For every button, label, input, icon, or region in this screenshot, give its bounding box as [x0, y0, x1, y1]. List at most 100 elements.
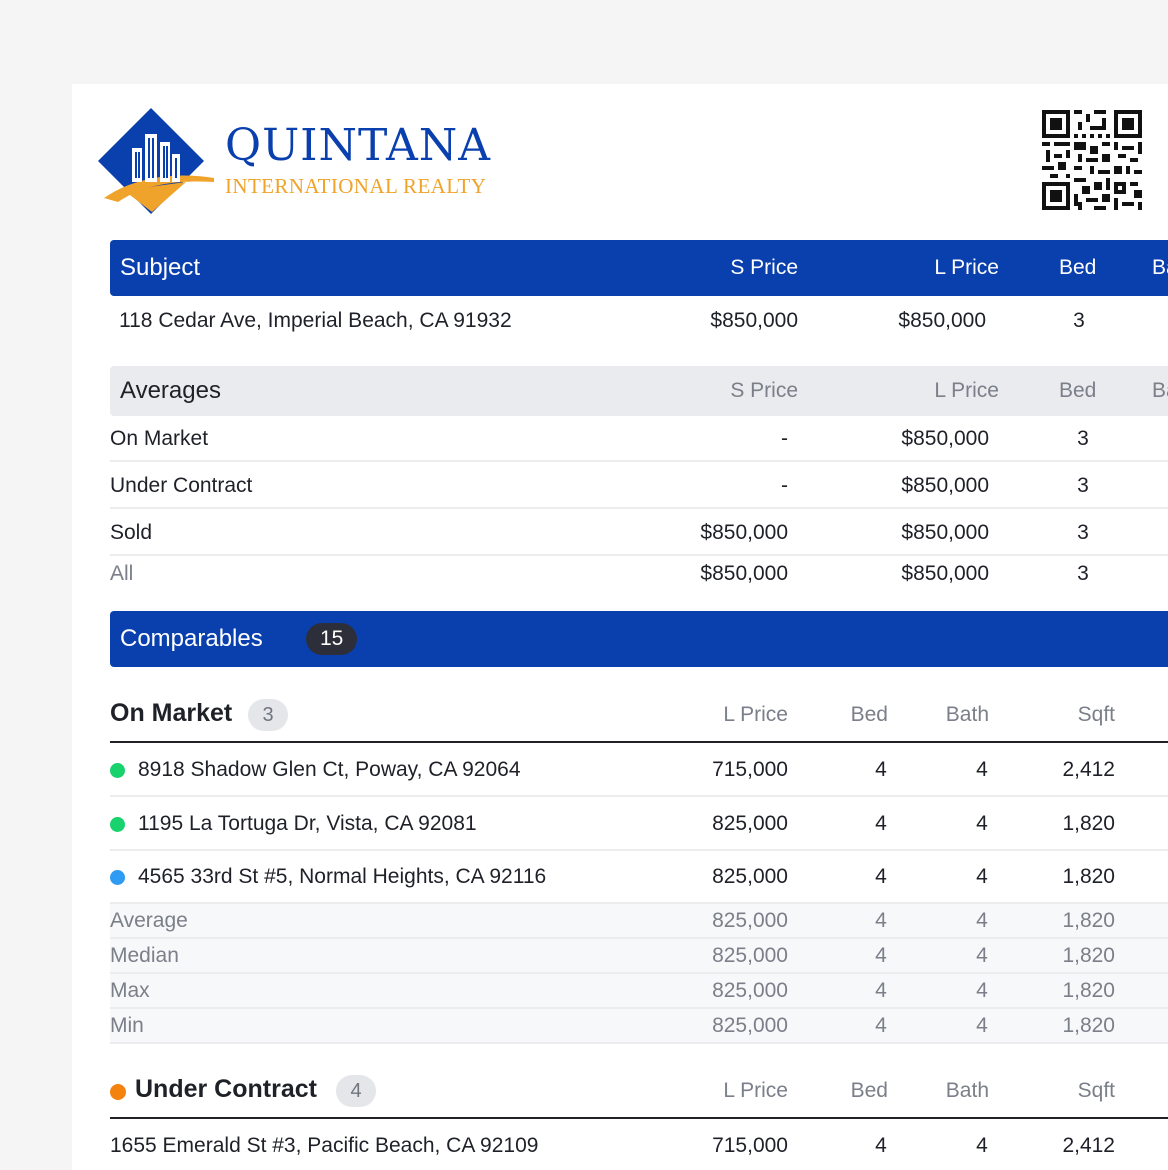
listing-bath: 4: [976, 865, 988, 888]
on-market-col-l-price[interactable]: L Price: [672, 701, 788, 729]
avg-row-label: Sold: [110, 521, 153, 544]
divider: [110, 1117, 1168, 1119]
avg-col-bath: Ba: [1152, 379, 1168, 402]
listing-sqft: 1,820: [1062, 812, 1115, 835]
under-contract-col-l-price[interactable]: L Price: [672, 1077, 788, 1105]
listing-bed: 4: [875, 1134, 887, 1157]
avg-row-s-price: $850,000: [700, 562, 788, 585]
avg-row-bed: 3: [1077, 427, 1089, 450]
stat-bath: 4: [976, 1014, 988, 1037]
avg-row-bed: 3: [1077, 474, 1089, 497]
stats-row-average: Average 825,000 4 4 1,820: [110, 904, 1168, 938]
averages-header-bar: Averages S Price L Price Bed Ba: [110, 366, 1168, 416]
listing-address: 4565 33rd St #5, Normal Heights, CA 9211…: [138, 865, 547, 888]
comparables-count-badge: 15: [306, 623, 358, 655]
under-contract-col-sqft[interactable]: Sqft: [1022, 1077, 1115, 1105]
stat-sqft: 1,820: [1062, 979, 1115, 1002]
listing-sqft: 1,820: [1062, 865, 1115, 888]
on-market-count-badge: 3: [248, 699, 288, 731]
on-market-col-bed[interactable]: Bed: [808, 701, 888, 729]
listing-bed: 4: [875, 812, 887, 835]
listing-bath: 4: [976, 1134, 988, 1157]
brand-name: QUINTANA: [225, 120, 492, 171]
avg-row-label: All: [110, 562, 134, 585]
avg-row-bed: 3: [1077, 521, 1089, 544]
listing-sqft: 2,412: [1062, 758, 1115, 781]
stat-l-price: 825,000: [712, 944, 788, 967]
under-contract-title: Under Contract: [135, 1075, 317, 1103]
avg-row-label: On Market: [110, 427, 209, 450]
avg-row-bed: 3: [1077, 562, 1089, 585]
status-dot-active: [110, 763, 125, 778]
stat-label: Max: [110, 979, 150, 1002]
under-contract-col-bath[interactable]: Bath: [908, 1077, 989, 1105]
stat-label: Min: [110, 1014, 144, 1037]
stat-bed: 4: [875, 909, 887, 932]
divider: [110, 1042, 1168, 1044]
listing-l-price: 825,000: [712, 812, 788, 835]
avg-row-l-price: $850,000: [901, 562, 989, 585]
stats-row-median: Median 825,000 4 4 1,820: [110, 939, 1168, 973]
listing-address: 1655 Emerald St #3, Pacific Beach, CA 92…: [110, 1134, 539, 1157]
report-sheet: QUINTANA INTERNATIONAL REALTY Subject S …: [72, 84, 1168, 1170]
stat-bed: 4: [875, 979, 887, 1002]
stat-bed: 4: [875, 1014, 887, 1037]
listing-l-price: 715,000: [712, 758, 788, 781]
stat-bath: 4: [976, 944, 988, 967]
subject-s-price: $850,000: [710, 309, 798, 332]
subject-address: 118 Cedar Ave, Imperial Beach, CA 91932: [119, 309, 512, 332]
stat-l-price: 825,000: [712, 909, 788, 932]
avg-row-l-price: $850,000: [901, 474, 989, 497]
avg-row-s-price: -: [781, 427, 788, 450]
listing-bed: 4: [875, 758, 887, 781]
stat-label: Median: [110, 944, 179, 967]
divider: [110, 507, 1168, 509]
divider: [110, 741, 1168, 743]
on-market-col-sqft[interactable]: Sqft: [1022, 701, 1115, 729]
listing-bed: 4: [875, 865, 887, 888]
stat-label: Average: [110, 909, 188, 932]
under-contract-col-bed[interactable]: Bed: [808, 1077, 888, 1105]
subject-header-bar: Subject S Price L Price Bed Ba: [110, 240, 1168, 296]
avg-row-l-price: $850,000: [901, 427, 989, 450]
status-dot-coming-soon: [110, 870, 125, 885]
avg-row-label: Under Contract: [110, 474, 253, 497]
divider: [110, 795, 1168, 797]
stat-bed: 4: [875, 944, 887, 967]
comparables-title: Comparables: [120, 625, 263, 652]
stat-sqft: 1,820: [1062, 944, 1115, 967]
avg-row-s-price: $850,000: [700, 521, 788, 544]
stat-l-price: 825,000: [712, 979, 788, 1002]
status-dot-active: [110, 817, 125, 832]
qr-code-icon[interactable]: [1042, 110, 1142, 210]
col-header-bath[interactable]: Ba: [1152, 240, 1168, 296]
company-logo-icon: [98, 108, 214, 214]
divider: [110, 554, 1168, 556]
avg-row-l-price: $850,000: [901, 521, 989, 544]
subject-bed: 3: [1073, 309, 1085, 332]
divider: [110, 849, 1168, 851]
avg-col-bed: Bed: [1059, 379, 1097, 402]
status-dot-under-contract: [110, 1084, 126, 1100]
averages-title: Averages: [120, 377, 221, 404]
divider: [110, 460, 1168, 462]
col-header-l-price[interactable]: L Price: [870, 240, 999, 296]
stat-bath: 4: [976, 909, 988, 932]
col-header-bed[interactable]: Bed: [1059, 240, 1096, 296]
col-header-s-price[interactable]: S Price: [670, 240, 798, 296]
stat-sqft: 1,820: [1062, 1014, 1115, 1037]
on-market-col-bath[interactable]: Bath: [908, 701, 989, 729]
avg-row-s-price: -: [781, 474, 788, 497]
brand-subtitle: INTERNATIONAL REALTY: [225, 174, 487, 198]
listing-l-price: 825,000: [712, 865, 788, 888]
listing-address: 1195 La Tortuga Dr, Vista, CA 92081: [138, 812, 477, 835]
subject-title: Subject: [120, 254, 201, 281]
listing-l-price: 715,000: [712, 1134, 788, 1157]
subject-l-price: $850,000: [898, 309, 986, 332]
stats-row-min: Min 825,000 4 4 1,820: [110, 1009, 1168, 1043]
stats-row-max: Max 825,000 4 4 1,820: [110, 974, 1168, 1008]
avg-col-l-price: L Price: [934, 379, 999, 402]
stat-sqft: 1,820: [1062, 909, 1115, 932]
listing-bath: 4: [976, 812, 988, 835]
under-contract-count-badge: 4: [336, 1075, 376, 1107]
